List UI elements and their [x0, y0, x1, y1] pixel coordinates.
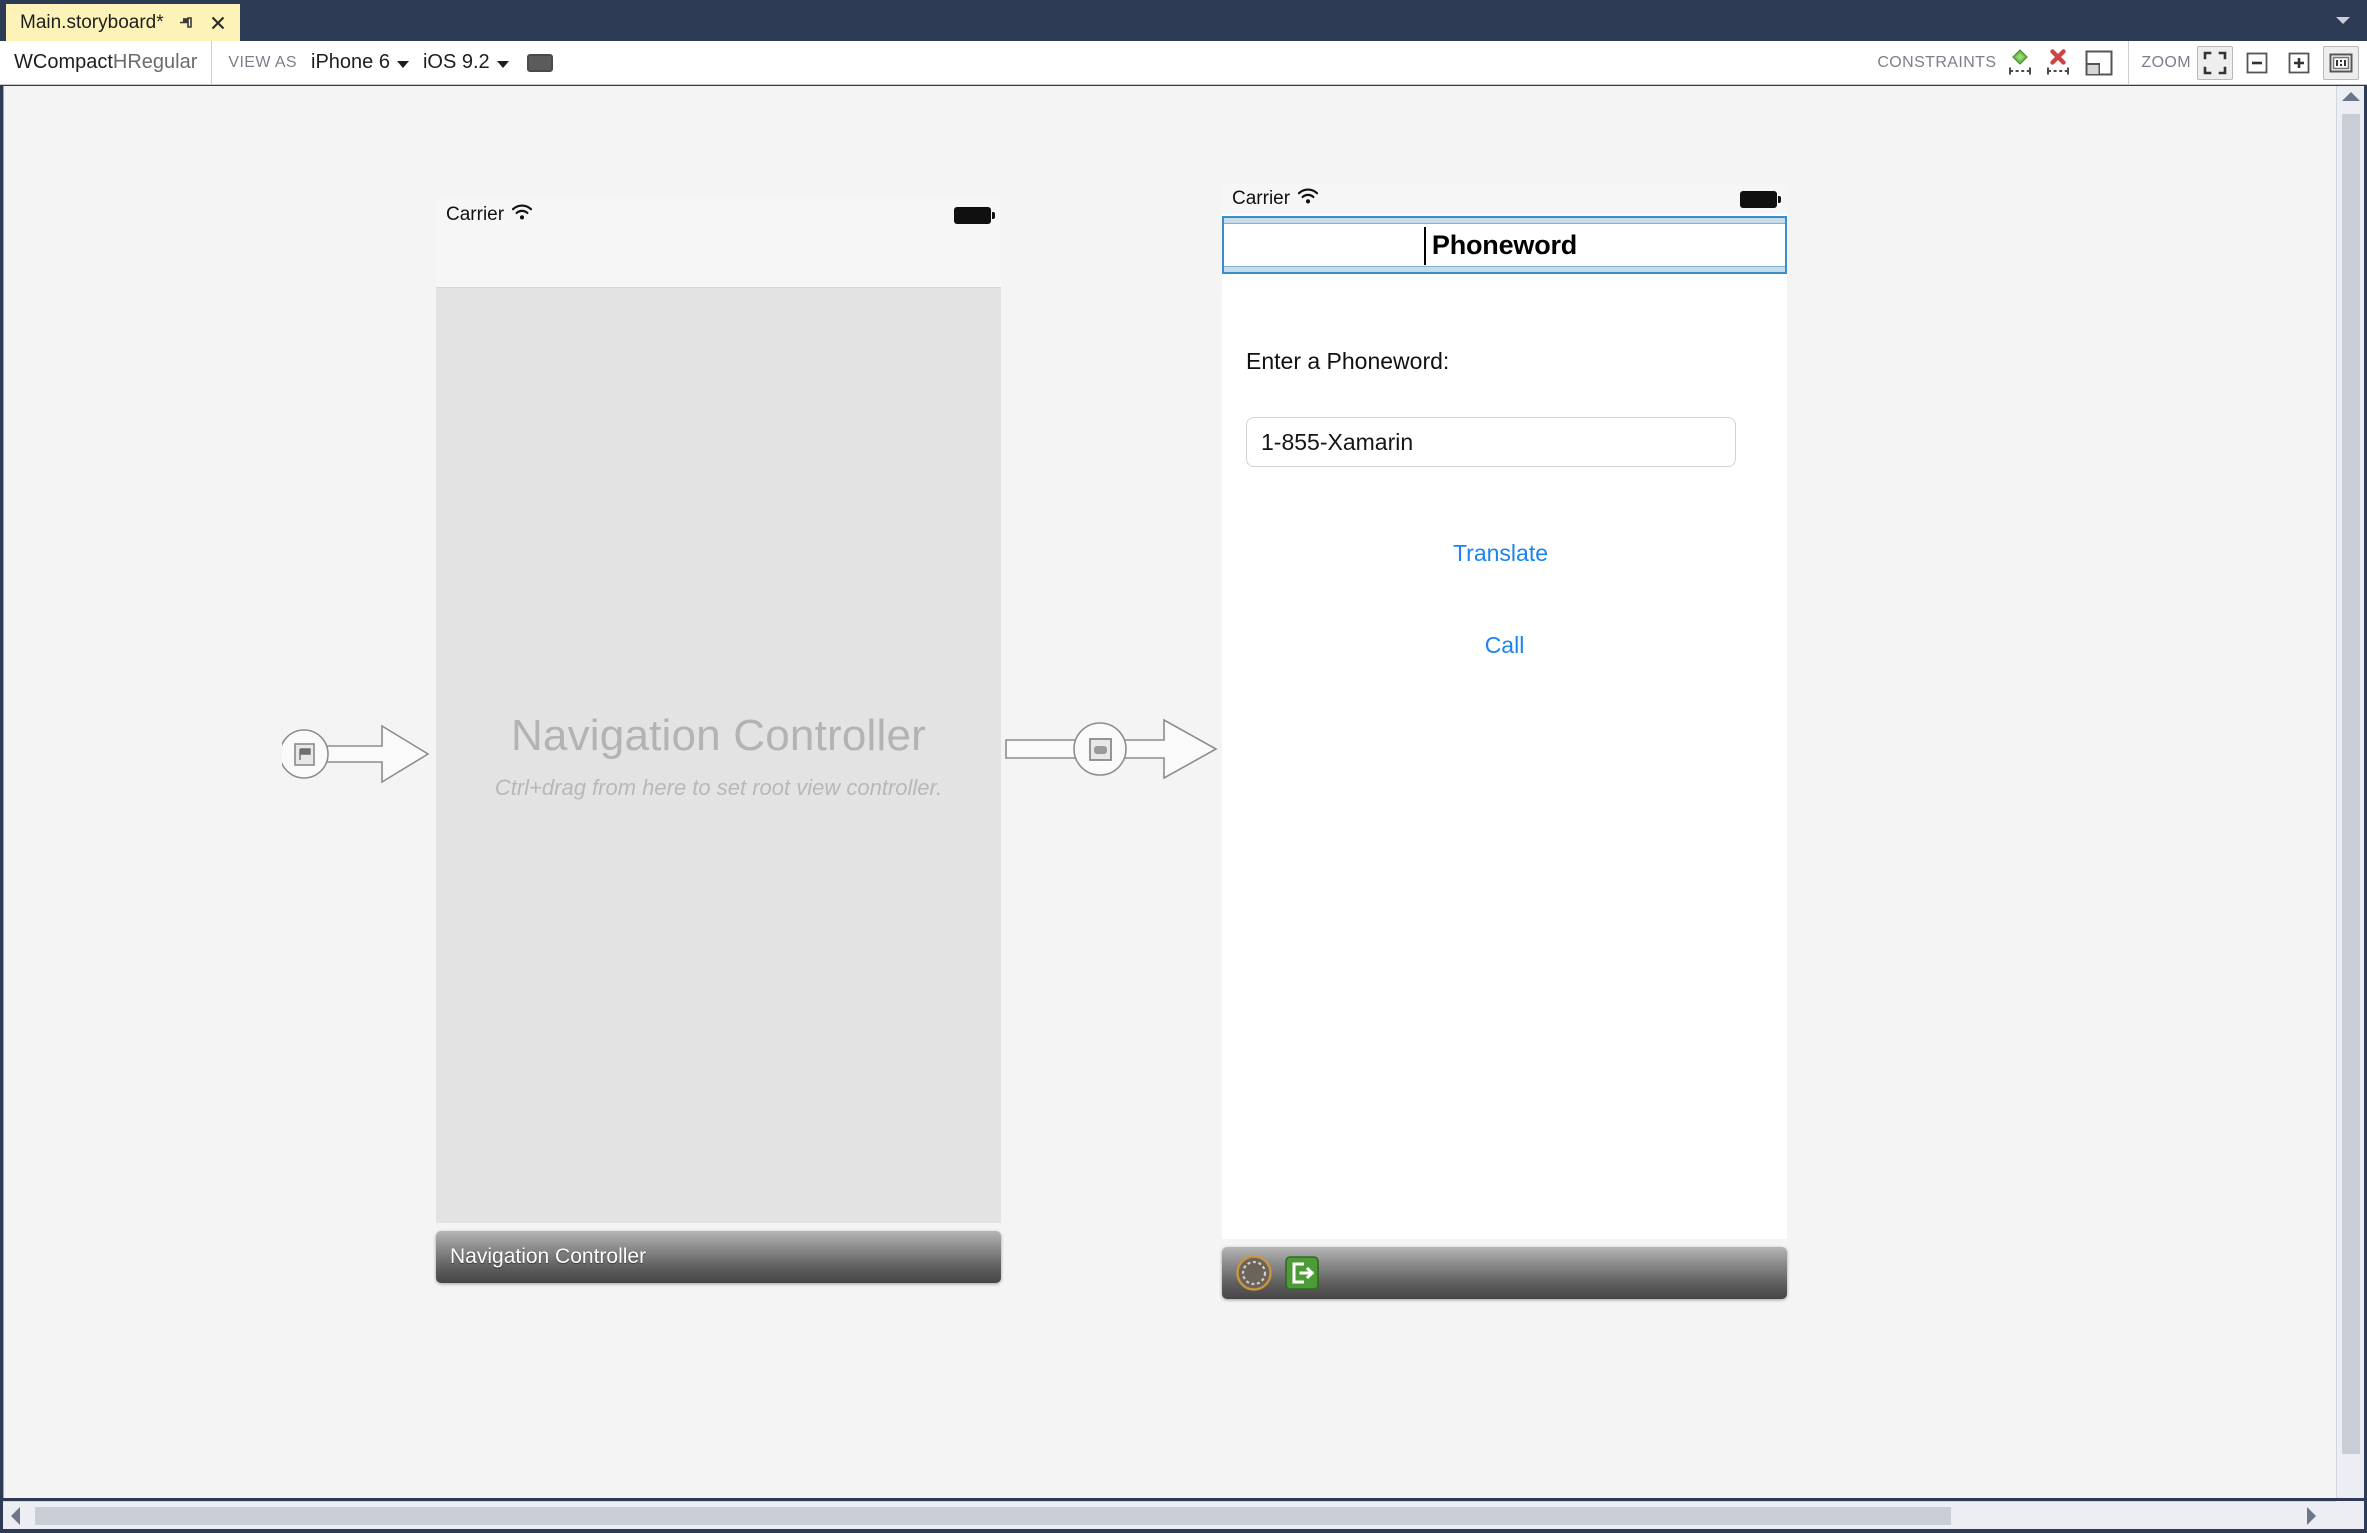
text-cursor	[1423, 227, 1426, 265]
call-button-label: Call	[1484, 632, 1525, 658]
zoom-to-fit-icon[interactable]	[2197, 45, 2233, 80]
constraints-group: CONSTRAINTS	[1865, 41, 2130, 84]
scroll-right-icon[interactable]	[2307, 1506, 2316, 1525]
storyboard-canvas[interactable]: Carrier Navigation Controller Ctrl+drag …	[3, 86, 2364, 1498]
zoom-caption: ZOOM	[2141, 53, 2191, 71]
navigation-controller-screen[interactable]: Carrier Navigation Controller Ctrl+drag …	[436, 198, 1001, 1223]
phoneword-screen[interactable]: Carrier Phoneword Enter a Phoneword: 1-8…	[1222, 184, 1787, 1239]
pin-icon[interactable]	[176, 13, 196, 33]
document-tab-label: Main.storyboard*	[20, 11, 164, 33]
view-as-caption: VIEW AS	[228, 53, 297, 71]
update-frames-icon[interactable]	[2082, 47, 2116, 79]
navigation-bar-selected[interactable]: Phoneword	[1222, 216, 1787, 274]
translate-button[interactable]: Translate	[1222, 540, 1787, 567]
zoom-actual-size-icon[interactable]	[2323, 45, 2359, 80]
horizontal-scrollbar-thumb[interactable]	[35, 1507, 1951, 1525]
document-tab-main-storyboard[interactable]: Main.storyboard*	[6, 4, 240, 41]
scene-phoneword-view-controller[interactable]: Carrier Phoneword Enter a Phoneword: 1-8…	[1222, 184, 1787, 1299]
status-bar-carrier: Carrier	[1232, 187, 1319, 211]
scene-dock-phoneword[interactable]	[1222, 1247, 1787, 1299]
device-selector[interactable]: iPhone 6	[311, 51, 409, 74]
zoom-group: ZOOM	[2129, 41, 2367, 84]
navigation-controller-status-area: Carrier	[436, 198, 1001, 288]
view-as-group: VIEW AS iPhone 6 iOS 9.2	[212, 51, 553, 74]
device-selector-value: iPhone 6	[311, 51, 390, 73]
storyboard-designer-toolbar: WCompact HRegular VIEW AS iPhone 6 iOS 9…	[0, 41, 2367, 85]
translate-button-label: Translate	[1452, 540, 1549, 566]
phoneword-text-field[interactable]: 1-855-Xamarin	[1246, 417, 1736, 467]
zoom-in-icon[interactable]	[2281, 46, 2317, 80]
status-bar: Carrier	[436, 198, 1001, 232]
scrollbar-corner	[2336, 1501, 2364, 1529]
zoom-out-icon[interactable]	[2239, 46, 2275, 80]
scene-navigation-controller[interactable]: Carrier Navigation Controller Ctrl+drag …	[436, 198, 1001, 1283]
device-orientation-icon[interactable]	[526, 53, 553, 72]
chevron-down-icon[interactable]	[2333, 12, 2353, 28]
view-controller-icon	[1089, 738, 1112, 761]
wifi-icon	[511, 203, 533, 227]
carrier-label: Carrier	[1232, 188, 1291, 209]
status-bar: Carrier	[1222, 184, 1787, 214]
constraints-caption: CONSTRAINTS	[1877, 53, 1997, 71]
size-class-height: HRegular	[112, 51, 198, 73]
vertical-scrollbar[interactable]	[2336, 86, 2364, 1498]
label-enter-phoneword: Enter a Phoneword:	[1246, 348, 1450, 374]
storyboard-entry-flag-icon	[294, 743, 315, 766]
status-bar-carrier: Carrier	[446, 203, 533, 227]
os-version-selector[interactable]: iOS 9.2	[423, 51, 509, 74]
battery-icon	[1740, 190, 1781, 208]
size-class-width: WCompact	[14, 51, 113, 73]
os-version-value: iOS 9.2	[422, 51, 490, 73]
navigation-bar-title-editor[interactable]: Phoneword	[1224, 223, 1785, 267]
scene-dock-icons	[1230, 1253, 1322, 1293]
root-view-controller-relationship-segue[interactable]	[1004, 704, 1226, 794]
view-controller-icon[interactable]	[1234, 1253, 1274, 1293]
navigation-controller-placeholder-body[interactable]: Navigation Controller Ctrl+drag from her…	[436, 288, 1001, 1223]
status-bar-inner: Carrier	[1222, 184, 1787, 214]
visual-studio-window: Main.storyboard* WCompact HRegular VIEW …	[0, 0, 2367, 1533]
toolbar-right-group: CONSTRAINTS ZOOM	[1865, 41, 2367, 84]
navigation-bar-title: Phoneword	[1431, 229, 1578, 260]
canvas-surface[interactable]: Carrier Navigation Controller Ctrl+drag …	[4, 86, 2364, 1498]
carrier-label: Carrier	[446, 204, 505, 225]
phoneword-text-field-value: 1-855-Xamarin	[1261, 428, 1414, 455]
call-button[interactable]: Call	[1222, 632, 1787, 659]
phoneword-content-view[interactable]: Enter a Phoneword: 1-855-Xamarin Transla…	[1222, 274, 1787, 1204]
clear-constraints-icon[interactable]	[2044, 48, 2072, 78]
scroll-left-icon[interactable]	[11, 1506, 20, 1525]
placeholder-subtitle: Ctrl+drag from here to set root view con…	[494, 774, 943, 800]
horizontal-scrollbar[interactable]	[3, 1501, 2364, 1529]
close-icon[interactable]	[208, 13, 228, 33]
vertical-scrollbar-thumb[interactable]	[2342, 114, 2360, 1454]
chevron-down-icon	[396, 60, 409, 68]
exit-segue-icon[interactable]	[1282, 1253, 1322, 1293]
placeholder-title: Navigation Controller	[510, 710, 927, 760]
wifi-icon	[1297, 187, 1319, 211]
size-class-selector[interactable]: WCompact HRegular	[0, 41, 213, 84]
add-constraints-icon[interactable]	[2006, 48, 2034, 78]
scene-dock-label: Navigation Controller	[450, 1245, 647, 1268]
initial-view-controller-entry-point[interactable]	[282, 708, 434, 800]
toolbar-left-group: WCompact HRegular VIEW AS iPhone 6 iOS 9…	[0, 41, 553, 84]
scroll-up-icon[interactable]	[2341, 92, 2360, 101]
scene-dock-navigation-controller[interactable]: Navigation Controller	[436, 1231, 1001, 1283]
document-tab-strip: Main.storyboard*	[0, 0, 2367, 41]
battery-icon	[954, 206, 995, 224]
chevron-down-icon	[496, 60, 509, 68]
